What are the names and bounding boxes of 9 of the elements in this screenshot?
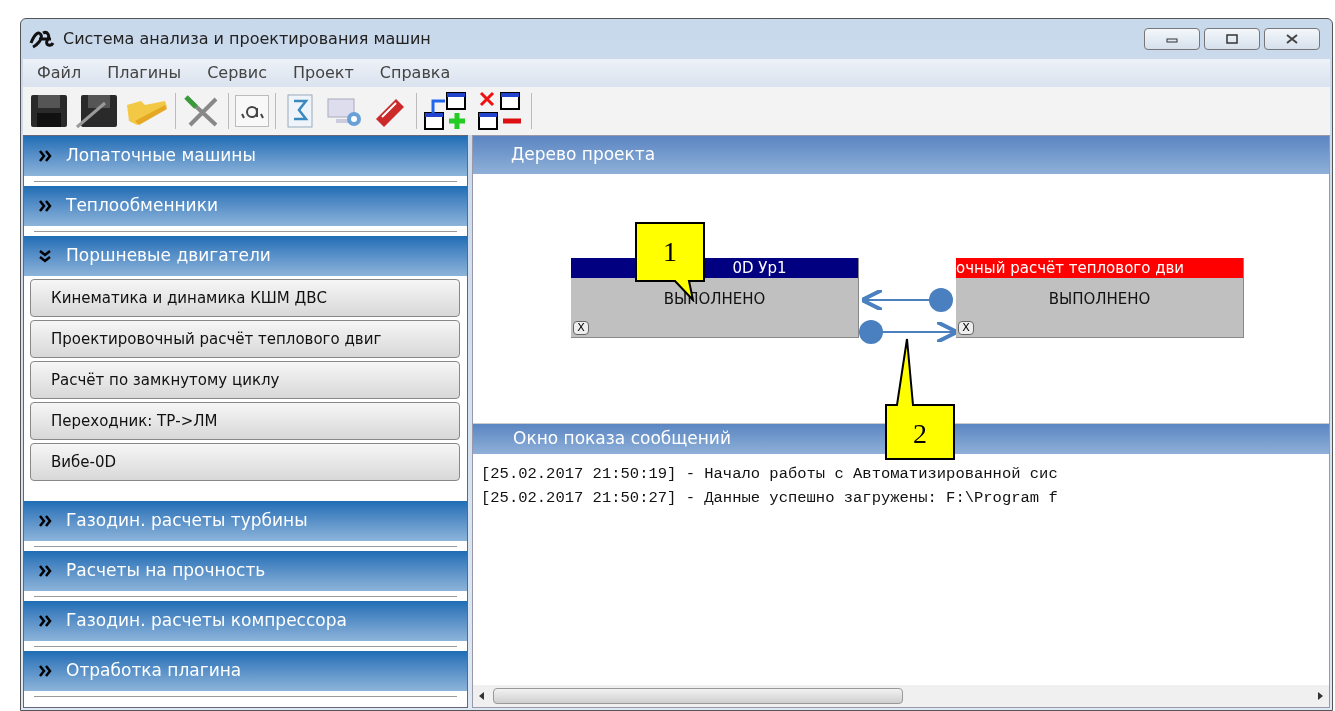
window-title: Система анализа и проектирования машин: [63, 28, 431, 50]
callout-number: 2: [912, 417, 928, 451]
node-status: ВЫПОЛНЕНО: [662, 289, 767, 310]
log-line: [25.02.2017 21:50:19] - Начало работы с Автоматизированной сис: [481, 464, 1058, 485]
node-status: ВЫПОЛНЕНО: [1047, 289, 1152, 310]
panel-title: Дерево проекта: [511, 143, 656, 167]
node-title: очный расчёт теплового дви: [956, 258, 1243, 278]
panel-title: Окно показа сообщений: [513, 427, 731, 451]
log-line: [25.02.2017 21:50:27] - Данные успешно загружены: F:\Program f: [481, 488, 1058, 509]
